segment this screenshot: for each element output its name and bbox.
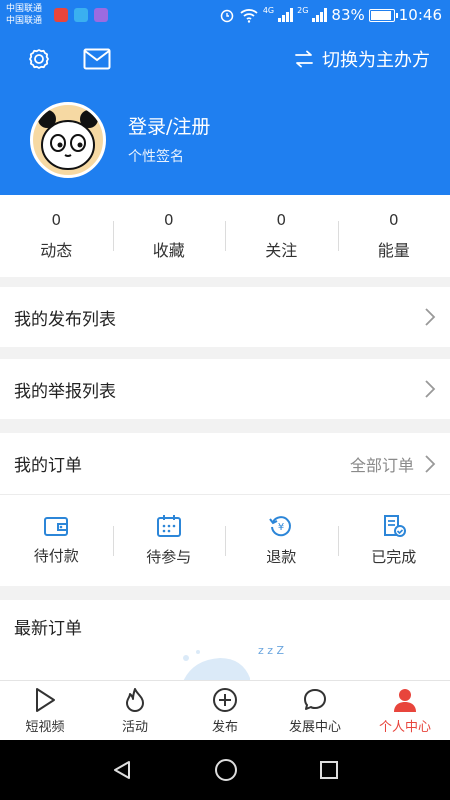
play-icon xyxy=(36,687,55,712)
mail-icon xyxy=(83,48,111,70)
carrier-2: 中国联通 xyxy=(6,16,43,26)
system-nav-bar xyxy=(0,740,450,800)
clock: 10:46 xyxy=(398,6,442,24)
order-status-label: 已完成 xyxy=(371,548,417,566)
refund-icon: ¥ xyxy=(269,516,292,537)
wifi-icon xyxy=(240,9,258,23)
alarm-icon xyxy=(220,9,234,23)
panda-avatar-icon xyxy=(38,110,98,170)
stat-posts[interactable]: 0 动态 xyxy=(0,211,113,261)
chevron-right-icon xyxy=(425,380,436,398)
order-refund[interactable]: ¥ 退款 xyxy=(225,514,338,567)
my-reports-label: 我的举报列表 xyxy=(14,381,116,402)
stats-bar: 0 动态 0 收藏 0 关注 0 能量 xyxy=(0,195,450,277)
empty-state-illustration: z z Z xyxy=(170,640,300,680)
chevron-right-icon xyxy=(425,454,436,473)
my-orders-row: 我的订单 全部订单 xyxy=(0,433,450,494)
tab-label: 个人中心 xyxy=(378,719,431,735)
carrier-info: 中国联通 中国联通 xyxy=(6,3,42,27)
network-type-2: 2G xyxy=(297,6,309,15)
battery-level xyxy=(370,10,391,20)
signal-icon xyxy=(278,8,294,22)
stat-energy[interactable]: 0 能量 xyxy=(337,211,450,261)
order-completed[interactable]: 已完成 xyxy=(337,514,450,567)
stat-label: 动态 xyxy=(40,241,73,260)
stat-value: 0 xyxy=(163,211,174,229)
app-notification-icon xyxy=(94,8,108,22)
order-status-label: 待参与 xyxy=(146,548,192,566)
stat-value: 0 xyxy=(276,211,287,229)
latest-orders-title: 最新订单 xyxy=(14,619,82,639)
app-notification-icon xyxy=(54,8,68,22)
tab-personal-center[interactable]: 个人中心 xyxy=(360,681,450,740)
login-register-link[interactable]: 登录/注册 xyxy=(128,112,210,139)
avatar[interactable] xyxy=(30,102,106,178)
tab-development-center[interactable]: 发展中心 xyxy=(270,681,360,740)
order-to-attend[interactable]: 待参与 xyxy=(112,514,226,567)
switch-role-label: 切换为主办方 xyxy=(322,50,430,71)
carrier-1: 中国联通 xyxy=(6,4,43,14)
order-status-label: 待付款 xyxy=(33,547,79,565)
chevron-right-icon xyxy=(425,308,436,326)
plus-circle-icon xyxy=(213,687,237,712)
order-status-bar: 待付款 待参与 ¥ 退款 已完成 xyxy=(0,494,450,586)
my-reports-row[interactable]: 我的举报列表 xyxy=(0,359,450,419)
network-type-1: 4G xyxy=(262,6,275,15)
notification-icons xyxy=(54,8,108,22)
tab-publish[interactable]: 发布 xyxy=(180,681,270,740)
svg-text:¥: ¥ xyxy=(278,522,284,533)
person-icon xyxy=(394,688,416,712)
status-bar: 中国联通 中国联通 4G 2G 83% 10:46 xyxy=(0,0,450,32)
stat-favorites[interactable]: 0 收藏 xyxy=(112,211,226,261)
all-orders-link[interactable]: 全部订单 xyxy=(350,452,436,476)
my-posts-label: 我的发布列表 xyxy=(14,309,116,330)
bottom-tab-bar: 短视频 活动 发布 发展中心 个人中心 xyxy=(0,680,450,740)
messages-button[interactable] xyxy=(80,42,114,76)
calendar-icon xyxy=(156,515,181,537)
status-right: 4G 2G 83% 10:46 xyxy=(219,6,442,24)
tab-activity[interactable]: 活动 xyxy=(90,681,180,740)
stat-label: 能量 xyxy=(377,241,410,260)
recent-apps-icon[interactable] xyxy=(319,760,339,780)
tab-short-video[interactable]: 短视频 xyxy=(0,681,90,740)
tab-label: 活动 xyxy=(121,719,148,735)
tab-label: 发布 xyxy=(211,719,238,735)
my-posts-row[interactable]: 我的发布列表 xyxy=(0,287,450,347)
home-icon[interactable] xyxy=(214,758,238,782)
sleep-z-text: z z Z xyxy=(258,644,285,657)
stat-label: 收藏 xyxy=(152,241,185,260)
stat-following[interactable]: 0 关注 xyxy=(225,211,338,261)
profile-header: 切换为主办方 登录/注册 个性签名 xyxy=(0,32,450,195)
switch-role-button[interactable]: 切换为主办方 xyxy=(294,46,430,72)
my-orders-label: 我的订单 xyxy=(14,456,82,476)
all-orders-label: 全部订单 xyxy=(349,455,414,475)
app-notification-icon xyxy=(74,8,88,22)
tab-label: 发展中心 xyxy=(288,719,341,735)
stat-value: 0 xyxy=(388,211,399,229)
tab-label: 短视频 xyxy=(25,719,65,735)
latest-orders-section: 最新订单 z z Z xyxy=(0,600,450,680)
swap-icon xyxy=(295,50,313,68)
battery-percent: 83% xyxy=(331,6,365,24)
signature-text: 个性签名 xyxy=(128,149,184,165)
back-icon[interactable] xyxy=(111,759,133,781)
wallet-icon xyxy=(44,517,69,536)
flame-icon xyxy=(126,687,144,712)
completed-icon xyxy=(383,515,406,537)
stat-value: 0 xyxy=(51,211,62,229)
order-pending-payment[interactable]: 待付款 xyxy=(0,515,113,566)
settings-button[interactable] xyxy=(22,42,56,76)
stat-label: 关注 xyxy=(265,241,298,260)
gear-icon xyxy=(29,49,49,69)
battery-icon xyxy=(368,8,398,22)
order-status-label: 退款 xyxy=(266,548,297,566)
signal-icon xyxy=(312,8,328,22)
chat-icon xyxy=(304,688,326,710)
